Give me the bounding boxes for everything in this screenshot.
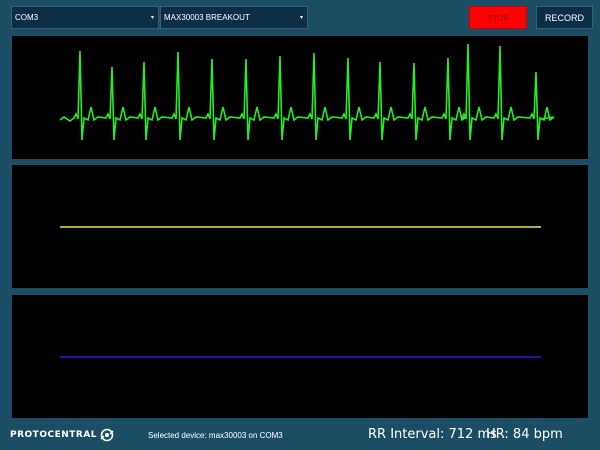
device-status-text: Selected device: max30003 on COM3	[148, 431, 283, 440]
protocentral-logo: PROTOCENTRAL	[10, 427, 115, 443]
ecg-trace	[59, 43, 555, 141]
board-select[interactable]: MAX30003 BREAKOUT ▾	[160, 6, 308, 29]
chevron-down-icon: ▾	[150, 15, 154, 21]
third-plot	[60, 356, 541, 358]
logo-mark-icon	[100, 428, 114, 442]
stop-button[interactable]: STOP	[469, 6, 527, 29]
rr-interval-readout: RR Interval: 712 ms	[368, 427, 497, 442]
second-plot	[60, 226, 541, 228]
heart-rate-readout: HR: 84 bpm	[486, 427, 563, 442]
ecg-plot-panel	[12, 36, 588, 159]
chevron-down-icon: ▾	[299, 15, 303, 21]
logo-text: PROTOCENTRAL	[10, 430, 98, 440]
second-plot-panel	[12, 165, 588, 288]
record-button[interactable]: RECORD	[536, 6, 593, 29]
board-select-value: MAX30003 BREAKOUT	[164, 13, 250, 22]
port-select-value: COM3	[15, 13, 39, 22]
third-plot-panel	[12, 295, 588, 418]
ecg-plot	[59, 43, 555, 141]
port-select[interactable]: COM3 ▾	[11, 6, 159, 29]
